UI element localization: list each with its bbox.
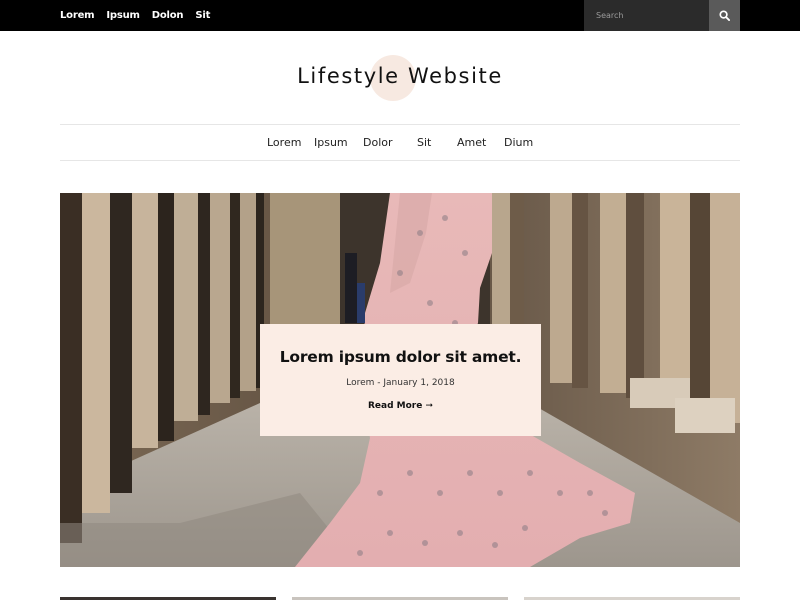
top-nav-item-ipsum[interactable]: Ipsum xyxy=(106,10,140,21)
search-input[interactable] xyxy=(584,0,709,31)
site-header: Lifestyle Website xyxy=(0,31,800,124)
main-nav-item-amet[interactable]: Amet xyxy=(457,136,486,149)
main-nav-item-lorem[interactable]: Lorem xyxy=(267,136,301,149)
main-nav-item-sit[interactable]: Sit xyxy=(417,136,431,149)
top-nav-item-dolon[interactable]: Dolon xyxy=(152,10,184,21)
search-icon xyxy=(719,10,730,21)
top-nav-item-lorem[interactable]: Lorem xyxy=(60,10,95,21)
hero-post-card: Lorem ipsum dolor sit amet. Lorem - Janu… xyxy=(260,324,541,436)
hero-post-title[interactable]: Lorem ipsum dolor sit amet. xyxy=(260,348,541,366)
nav-divider-bottom xyxy=(60,160,740,161)
top-nav: Lorem Ipsum Dolon Sit xyxy=(60,0,222,31)
main-nav-item-ipsum[interactable]: Ipsum xyxy=(314,136,348,149)
main-nav-item-dium[interactable]: Dium xyxy=(504,136,533,149)
read-more-link[interactable]: Read More ➞ xyxy=(260,401,541,411)
main-nav-item-dolor[interactable]: Dolor xyxy=(363,136,393,149)
hero-post-meta: Lorem - January 1, 2018 xyxy=(346,378,455,388)
top-nav-item-sit[interactable]: Sit xyxy=(195,10,210,21)
site-title[interactable]: Lifestyle Website xyxy=(0,64,800,88)
hero-featured-post: Lorem ipsum dolor sit amet. Lorem - Janu… xyxy=(60,193,740,567)
search-form xyxy=(584,0,740,31)
search-button[interactable] xyxy=(709,0,740,31)
top-bar: Lorem Ipsum Dolon Sit xyxy=(0,0,800,31)
main-nav: Lorem Ipsum Dolor Sit Amet Dium xyxy=(0,125,800,160)
